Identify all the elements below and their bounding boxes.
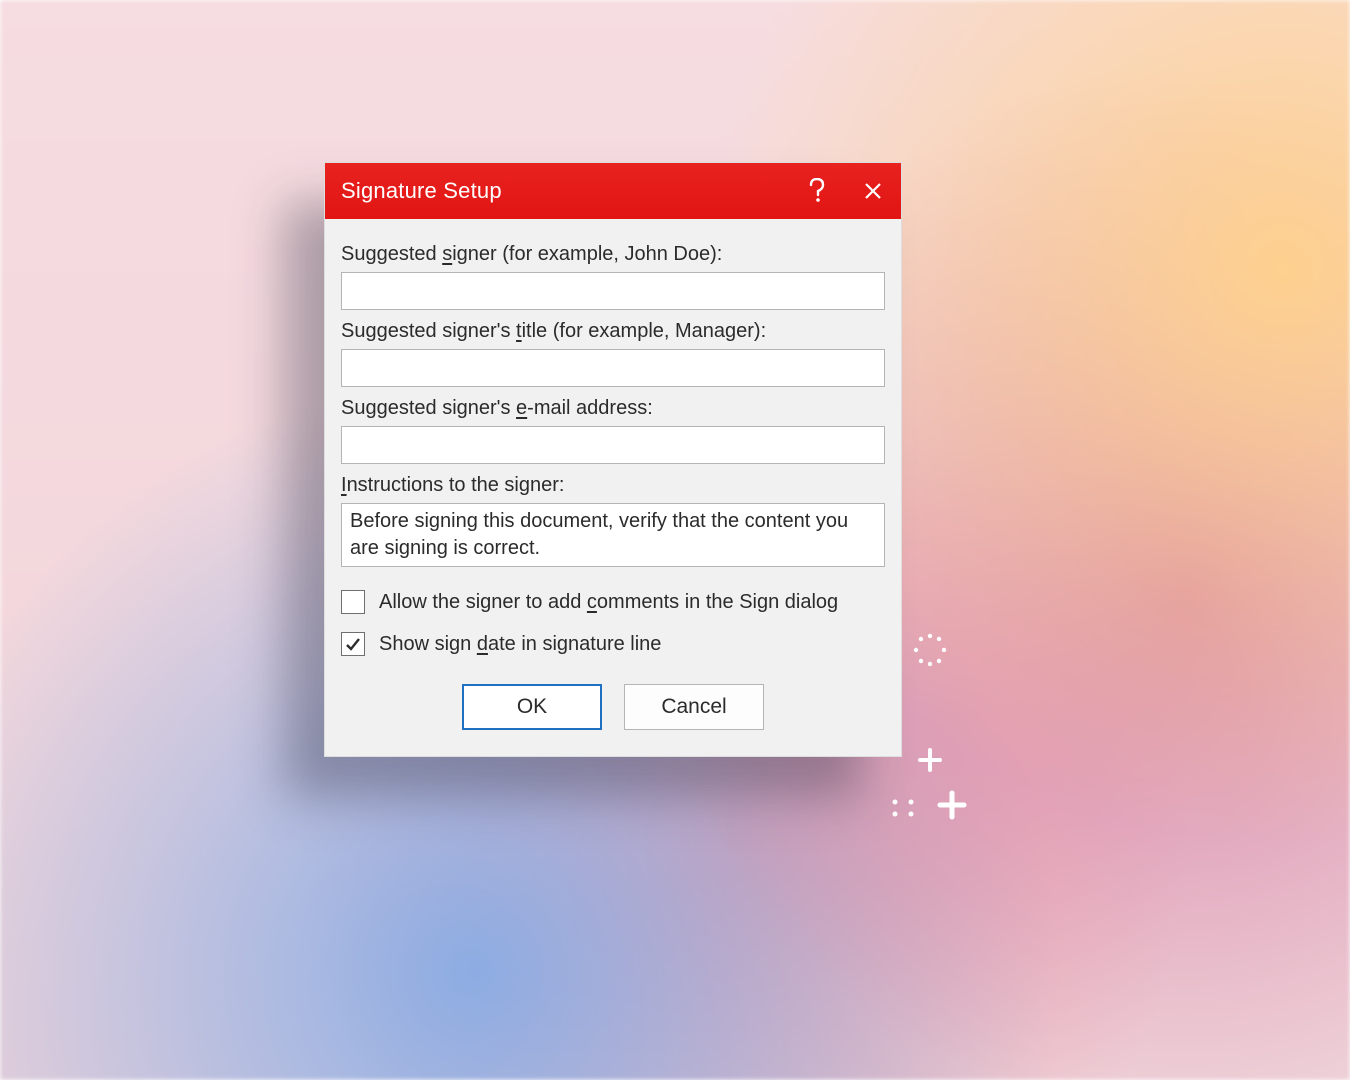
- instructions-textarea[interactable]: [341, 503, 885, 567]
- dialog-body: Suggested signer (for example, John Doe)…: [325, 219, 901, 756]
- instructions-label: Instructions to the signer:: [341, 472, 885, 499]
- show-date-checkbox[interactable]: [341, 632, 365, 656]
- help-icon: [808, 178, 826, 204]
- show-date-label: Show sign date in signature line: [379, 633, 661, 656]
- close-icon: [863, 181, 883, 201]
- dialog-buttons: OK Cancel: [341, 684, 885, 730]
- email-label: Suggested signer's e-mail address:: [341, 395, 885, 422]
- help-button[interactable]: [789, 163, 845, 219]
- signer-label: Suggested signer (for example, John Doe)…: [341, 241, 885, 268]
- title-label: Suggested signer's title (for example, M…: [341, 318, 885, 345]
- signature-setup-dialog: Signature Setup Suggested signer (for ex…: [324, 162, 902, 757]
- close-button[interactable]: [845, 163, 901, 219]
- dialog-title: Signature Setup: [325, 178, 789, 204]
- cancel-button[interactable]: Cancel: [624, 684, 764, 730]
- allow-comments-label: Allow the signer to add comments in the …: [379, 591, 838, 614]
- allow-comments-row: Allow the signer to add comments in the …: [341, 590, 885, 614]
- email-input[interactable]: [341, 426, 885, 464]
- checkmark-icon: [344, 635, 362, 653]
- titlebar: Signature Setup: [325, 163, 901, 219]
- allow-comments-checkbox[interactable]: [341, 590, 365, 614]
- signer-input[interactable]: [341, 272, 885, 310]
- title-input[interactable]: [341, 349, 885, 387]
- ok-button[interactable]: OK: [462, 684, 602, 730]
- show-date-row: Show sign date in signature line: [341, 632, 885, 656]
